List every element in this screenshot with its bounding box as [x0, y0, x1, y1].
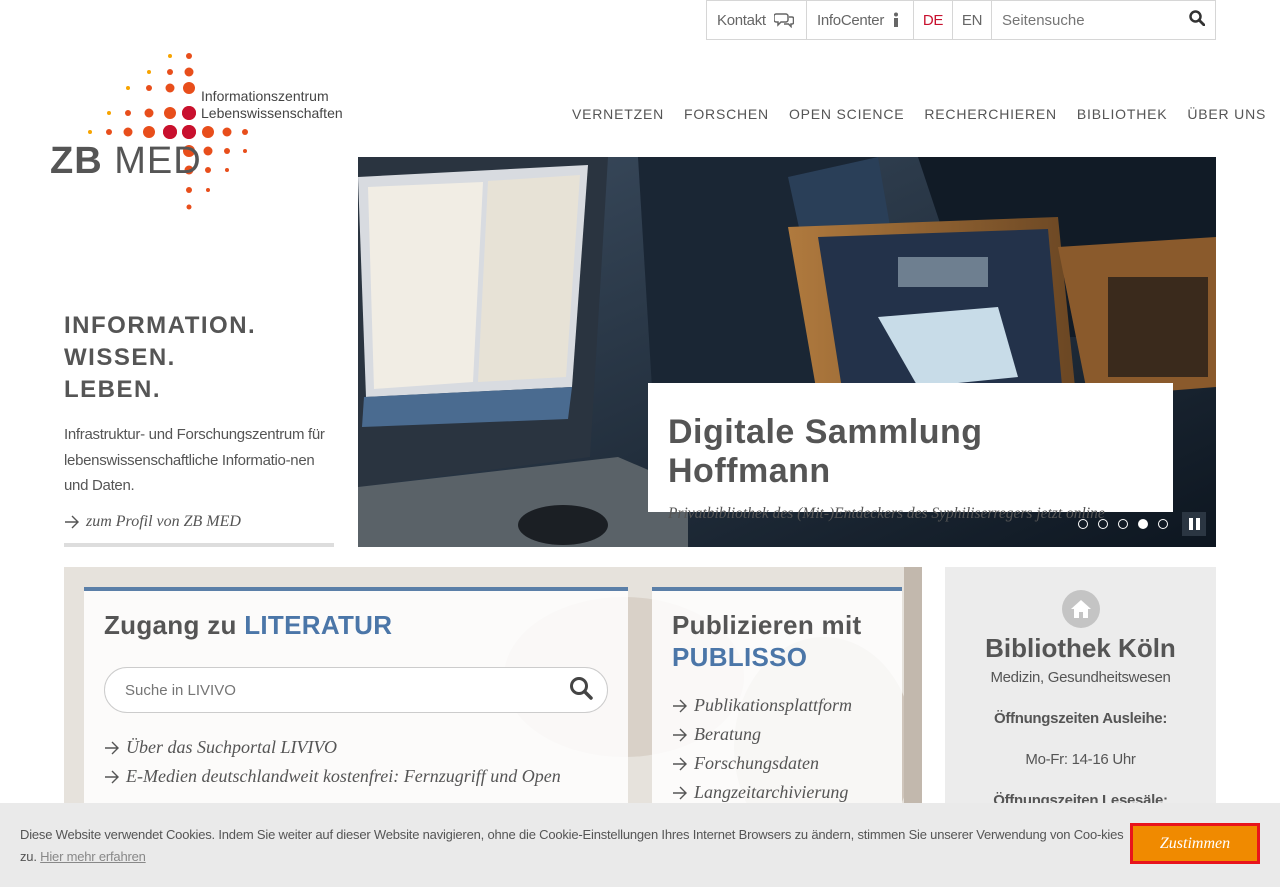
cookie-text: Diese Website verwendet Cookies. Indem S… [20, 827, 1124, 864]
slogan-line-2: WISSEN. [64, 344, 176, 371]
site-search-input[interactable] [1002, 11, 1172, 29]
nav-item-bibliothek[interactable]: BIBLIOTHEK [1077, 106, 1167, 122]
literature-heading-prefix: Zugang zu [104, 610, 237, 640]
cookie-more-link[interactable]: Hier mehr erfahren [40, 849, 146, 864]
nav-item-forschen[interactable]: FORSCHEN [684, 106, 769, 122]
slider-dot-5[interactable] [1158, 519, 1168, 529]
cookie-notice: Diese Website verwendet Cookies. Indem S… [20, 824, 1130, 868]
livivo-search [104, 667, 608, 713]
arrow-right-icon [64, 515, 80, 529]
zbmed-logo[interactable]: ZB MED Informationszentrum Lebenswissens… [50, 50, 350, 215]
publisso-heading: Publizieren mit PUBLISSO [672, 609, 882, 673]
arrow-right-icon [104, 741, 120, 755]
nav-item-recherchieren[interactable]: RECHERCHIEREN [924, 106, 1057, 122]
list-item[interactable]: Publikationsplattform [672, 691, 882, 720]
publisso-links: Publikationsplattform Beratung Forschung… [672, 691, 882, 807]
arrow-right-icon [672, 728, 688, 742]
arrow-right-icon [672, 699, 688, 713]
lending-hours-value: Mo-Fr: 14-16 Uhr [1025, 751, 1136, 768]
cookie-accept-button[interactable]: Zustimmen [1130, 823, 1260, 864]
slide-caption[interactable]: Digitale Sammlung Hoffmann Privatbibliot… [648, 383, 1173, 522]
livivo-search-input[interactable] [125, 681, 525, 699]
language-de[interactable]: DE [914, 1, 953, 39]
literature-links: Über das Suchportal LIVIVO E-Medien deut… [104, 733, 608, 791]
literature-link-livivo: Über das Suchportal LIVIVO [126, 737, 337, 757]
profile-link[interactable]: zum Profil von ZB MED [64, 513, 334, 531]
logo-zb: ZB [50, 140, 103, 182]
literature-heading-highlight: LITERATUR [244, 610, 393, 640]
nav-item-open-science[interactable]: OPEN SCIENCE [789, 106, 904, 122]
literature-link-emedien: E-Medien deutschlandweit kostenfrei: Fer… [126, 766, 561, 786]
list-item[interactable]: Über das Suchportal LIVIVO [104, 733, 608, 762]
nav-item-vernetzen[interactable]: VERNETZEN [572, 106, 664, 122]
pause-icon[interactable] [1182, 512, 1206, 536]
top-utility-bar: Kontakt InfoCenter DE EN [706, 0, 1216, 40]
infocenter-label: InfoCenter [817, 11, 885, 29]
search-icon[interactable] [569, 676, 593, 705]
info-icon [892, 12, 900, 28]
logo-med: MED [114, 140, 202, 182]
language-en[interactable]: EN [953, 1, 992, 39]
hero-divider [64, 543, 334, 547]
logo-dot-pattern [88, 53, 248, 210]
cookie-banner: Diese Website verwendet Cookies. Indem S… [0, 803, 1280, 887]
infocenter-link[interactable]: InfoCenter [807, 1, 914, 39]
slider-pagination [1068, 519, 1168, 529]
logo-wordmark: ZB MED [50, 140, 202, 183]
hero-slider[interactable]: Digitale Sammlung Hoffmann Privatbibliot… [358, 157, 1216, 547]
arrow-right-icon [672, 757, 688, 771]
publisso-link-beratung: Beratung [694, 724, 761, 744]
slider-dot-4[interactable] [1138, 519, 1148, 529]
list-item[interactable]: Beratung [672, 720, 882, 749]
list-item[interactable]: E-Medien deutschlandweit kostenfrei: Fer… [104, 762, 608, 791]
list-item[interactable]: Forschungsdaten [672, 749, 882, 778]
publisso-heading-highlight: PUBLISSO [672, 642, 808, 672]
contact-label: Kontakt [717, 11, 766, 29]
logo-tagline-1: Informationszentrum [201, 88, 329, 104]
nav-item-ueber-uns[interactable]: ÜBER UNS [1187, 106, 1266, 122]
contact-link[interactable]: Kontakt [707, 1, 807, 39]
house-icon [1061, 590, 1100, 628]
library-title[interactable]: Bibliothek Köln [945, 633, 1216, 664]
search-icon[interactable] [1189, 10, 1206, 30]
publisso-link-platform: Publikationsplattform [694, 695, 853, 715]
slogan-line-3: LEBEN. [64, 376, 162, 403]
publisso-link-forschungsdaten: Forschungsdaten [694, 753, 819, 773]
site-search [992, 1, 1215, 39]
slider-dot-3[interactable] [1118, 519, 1128, 529]
hero-intro: INFORMATION. WISSEN. LEBEN. Infrastruktu… [64, 310, 334, 547]
literature-heading: Zugang zu LITERATUR [104, 609, 608, 641]
profile-link-label: zum Profil von ZB MED [86, 512, 241, 530]
slider-dot-1[interactable] [1078, 519, 1088, 529]
hero-description: Infrastruktur- und Forschungszentrum für… [64, 426, 325, 494]
chat-bubbles-icon [773, 12, 794, 28]
logo-tagline: Informationszentrum Lebenswissenschaften [201, 88, 343, 122]
lending-hours-label: Öffnungszeiten Ausleihe: [993, 710, 1168, 727]
publisso-heading-prefix: Publizieren mit [672, 610, 862, 640]
arrow-right-icon [104, 770, 120, 784]
slider-dot-2[interactable] [1098, 519, 1108, 529]
library-subtitle: Medizin, Gesundheitswesen [990, 669, 1171, 686]
slogan-line-1: INFORMATION. [64, 312, 257, 339]
slide-title: Digitale Sammlung Hoffmann [668, 413, 983, 490]
logo-tagline-2: Lebenswissenschaften [201, 105, 343, 121]
main-navigation: VERNETZEN FORSCHEN OPEN SCIENCE RECHERCH… [562, 106, 1276, 122]
hero-slogan: INFORMATION. WISSEN. LEBEN. [64, 310, 334, 406]
arrow-right-icon [672, 786, 688, 800]
